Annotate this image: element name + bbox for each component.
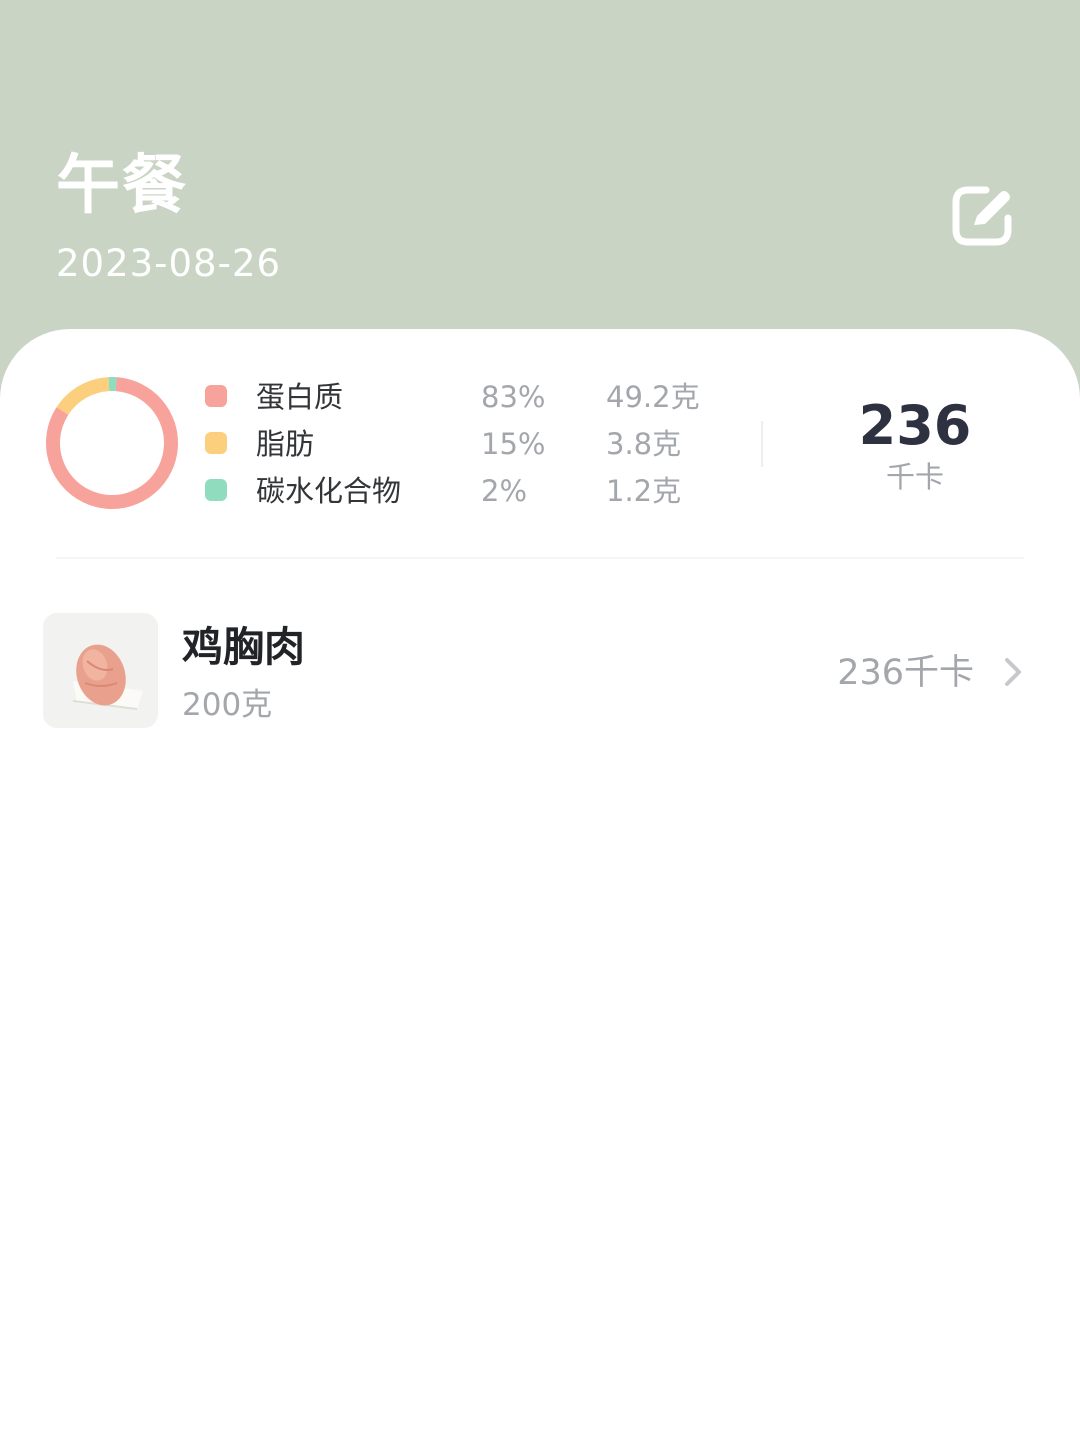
- meal-card: 蛋白质 83% 49.2克 脂肪 15% 3.8克 碳水化合物 2% 1.2克 …: [0, 329, 1080, 1440]
- macro-name: 脂肪: [256, 427, 315, 461]
- calories-unit: 千卡: [885, 460, 944, 494]
- meal-date: 2023-08-26: [56, 242, 282, 285]
- edit-button[interactable]: [946, 180, 1018, 252]
- macro-row-fat: 脂肪 15% 3.8克: [0, 424, 760, 464]
- total-calories: 236: [858, 394, 972, 457]
- food-name: 鸡胸肉: [182, 623, 305, 671]
- food-calories: 236千卡: [837, 653, 974, 693]
- macro-percent: 83%: [481, 380, 546, 414]
- edit-icon: [952, 186, 1012, 246]
- carbs-color-dot: [205, 479, 227, 501]
- meal-header: 午餐 2023-08-26: [0, 0, 1080, 360]
- food-item-chicken-breast[interactable]: 鸡胸肉 200克 236千卡: [0, 609, 1080, 729]
- macro-grams: 49.2克: [606, 380, 700, 414]
- macro-name: 碳水化合物: [256, 474, 402, 508]
- macro-row-protein: 蛋白质 83% 49.2克: [0, 377, 760, 417]
- food-thumbnail: [43, 613, 158, 728]
- food-amount: 200克: [182, 687, 273, 723]
- macro-grams: 1.2克: [606, 474, 682, 508]
- vertical-divider: [761, 421, 763, 467]
- meal-title: 午餐: [56, 149, 188, 223]
- protein-color-dot: [205, 385, 227, 407]
- macro-name: 蛋白质: [256, 380, 344, 414]
- macro-grams: 3.8克: [606, 427, 682, 461]
- section-divider: [56, 557, 1024, 559]
- macro-row-carbs: 碳水化合物 2% 1.2克: [0, 471, 760, 511]
- chicken-breast-photo: [43, 613, 158, 728]
- chevron-right-icon: [1005, 658, 1021, 686]
- macro-percent: 2%: [481, 474, 528, 508]
- macro-percent: 15%: [481, 427, 546, 461]
- fat-color-dot: [205, 432, 227, 454]
